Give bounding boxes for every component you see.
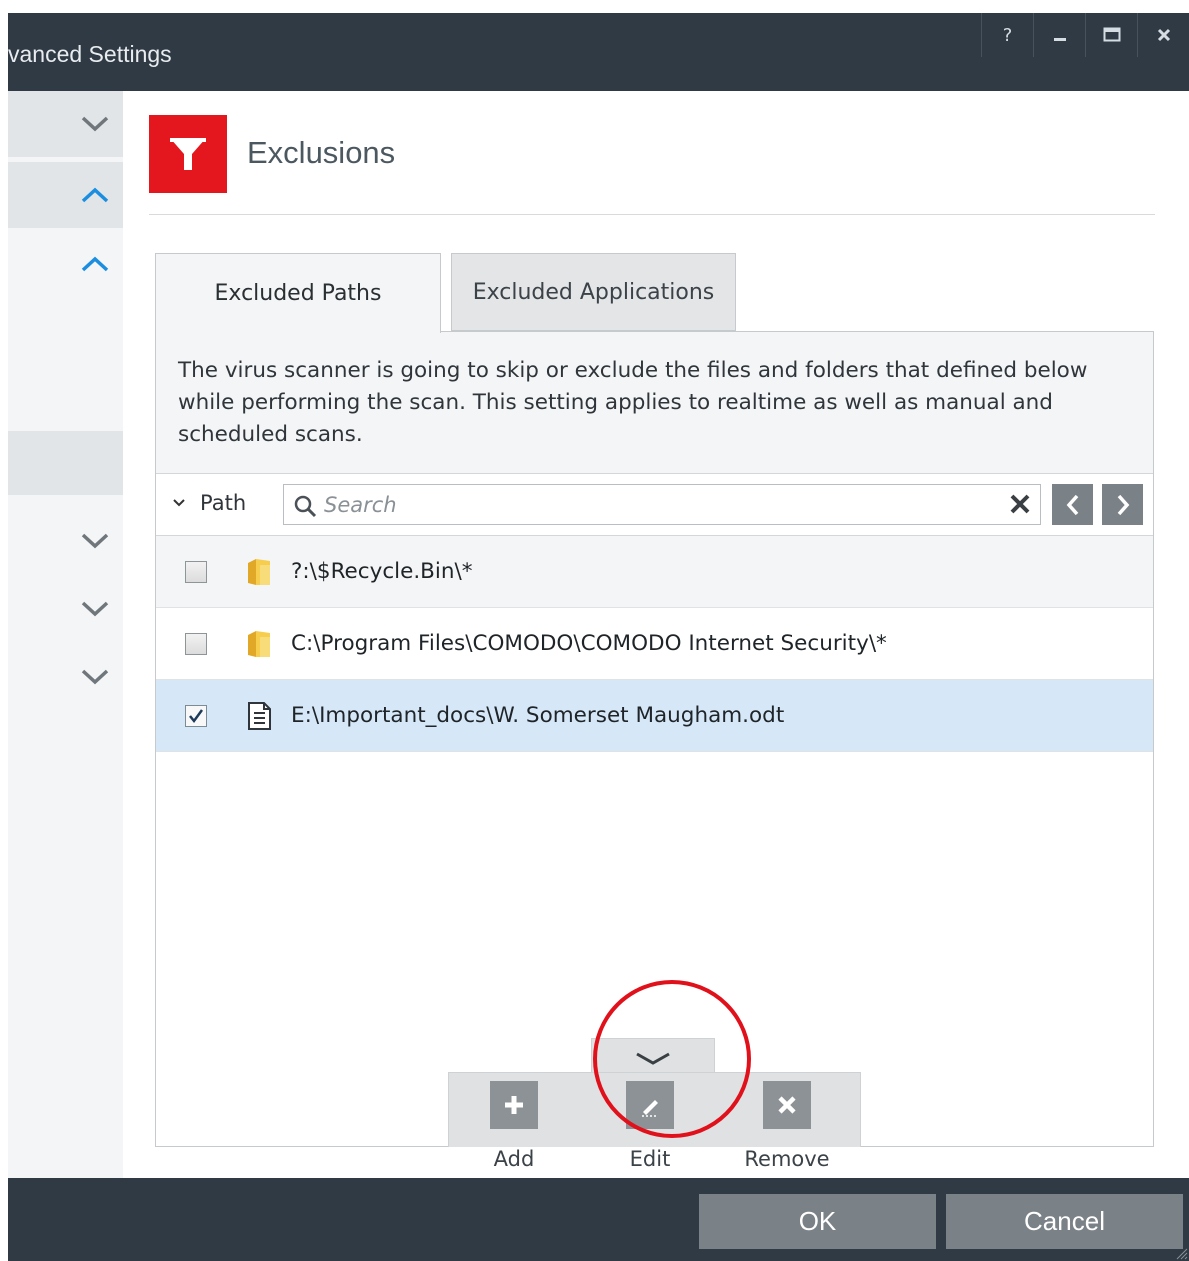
sidebar-group-1[interactable] [8,91,123,157]
plus-icon [505,1096,523,1114]
document-icon [248,701,271,730]
chevron-right-icon [1117,494,1129,515]
chevron-down-icon [81,601,109,617]
filter-bar: Path [156,474,1153,536]
row-path: C:\Program Files\COMODO\COMODO Internet … [291,631,887,656]
previous-button[interactable] [1052,484,1093,525]
description-text: The virus scanner is going to skip or ex… [156,332,1153,474]
remove-button[interactable]: Remove [727,1081,847,1171]
table-row[interactable]: ?:\$Recycle.Bin\* [156,536,1153,608]
search-input[interactable] [324,489,1004,520]
chevron-down-icon [81,116,109,132]
checkmark-icon [189,708,204,723]
row-checkbox[interactable] [185,560,207,583]
add-label: Add [493,1147,535,1171]
chevron-left-icon [1066,494,1078,515]
maximize-icon [1103,27,1120,42]
edit-label: Edit [629,1147,671,1171]
pencil-icon [642,1100,658,1117]
close-icon [778,1096,796,1114]
tab-excluded-applications[interactable]: Excluded Applications [451,253,736,331]
table-row-selected[interactable]: E:\Important_docs\W. Somerset Maugham.od… [156,680,1153,752]
sidebar-group-5[interactable] [8,579,123,639]
chevron-down-icon [173,499,185,507]
search-box [283,484,1041,525]
remove-icon-box [763,1081,811,1129]
maximize-button[interactable] [1085,13,1137,57]
window-title: vanced Settings [8,41,172,67]
window-controls: ? [981,13,1189,57]
ok-button[interactable]: OK [699,1194,936,1249]
add-icon-box [490,1081,538,1129]
minimize-button[interactable] [1033,13,1085,57]
row-checkbox-checked[interactable] [185,704,207,727]
row-checkbox[interactable] [185,632,207,655]
tab-excluded-paths[interactable]: Excluded Paths [155,253,441,333]
content-area: Exclusions Excluded Paths Excluded Appli… [123,91,1189,1184]
help-icon: ? [1002,24,1013,46]
sidebar-group-6[interactable] [8,647,123,707]
minimize-icon [1053,38,1066,41]
section-title: Exclusions [247,135,396,170]
section-divider [149,214,1155,215]
clear-search-icon[interactable] [1008,492,1032,516]
search-icon [294,495,317,518]
chevron-up-icon [81,187,109,203]
footer-bar: OK Cancel [8,1178,1189,1261]
tab-panel: The virus scanner is going to skip or ex… [155,331,1154,1184]
action-bar: Add Edit Remove [448,1072,861,1184]
edit-button[interactable]: Edit [590,1081,710,1171]
sidebar-item-selected[interactable] [8,431,123,495]
resize-grip-icon[interactable] [1176,1248,1188,1260]
close-button[interactable] [1137,13,1189,57]
folder-icon [248,630,270,657]
chevron-down-icon [81,669,109,685]
path-column-label: Path [200,491,247,515]
remove-label: Remove [744,1147,830,1171]
edit-icon-box [626,1081,674,1129]
row-path: E:\Important_docs\W. Somerset Maugham.od… [291,703,785,728]
title-bar[interactable]: vanced Settings ? [8,13,1189,91]
sidebar [8,91,123,1178]
settings-window: vanced Settings ? Exclusions Excluded Pa… [8,13,1189,1261]
folder-icon [248,558,270,585]
next-button[interactable] [1102,484,1143,525]
chevron-down-icon [81,533,109,549]
sidebar-group-2[interactable] [8,162,123,228]
path-column-toggle[interactable]: Path [172,491,246,515]
cancel-button[interactable]: Cancel [946,1194,1183,1249]
table-row[interactable]: C:\Program Files\COMODO\COMODO Internet … [156,608,1153,680]
section-icon [149,115,227,193]
funnel-icon [170,138,206,170]
chevron-down-icon [636,1052,670,1065]
help-button[interactable]: ? [981,13,1033,57]
sidebar-group-3[interactable] [8,231,123,297]
sidebar-group-4[interactable] [8,511,123,571]
row-path: ?:\$Recycle.Bin\* [291,559,473,584]
add-button[interactable]: Add [454,1081,574,1185]
chevron-up-icon [81,256,109,272]
close-icon [1157,28,1170,42]
